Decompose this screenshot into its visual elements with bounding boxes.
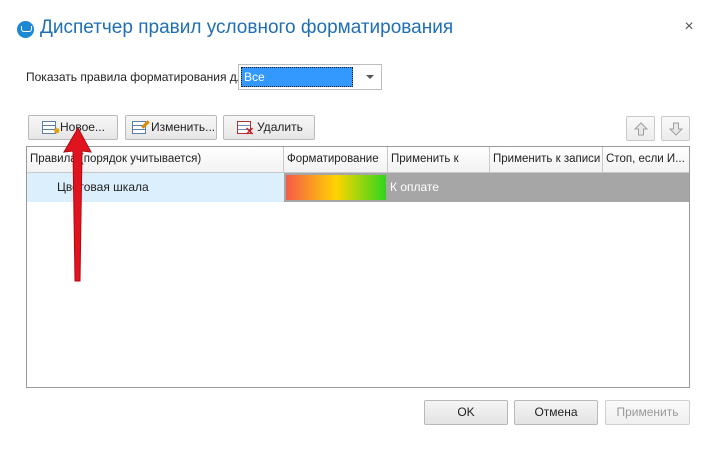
filter-dropdown-value: Все [241,67,353,87]
apply-button[interactable]: Применить [605,400,690,425]
move-down-button[interactable] [661,116,690,141]
edit-rule-label: Изменить... [151,120,216,134]
window-title: Диспетчер правил условного форматировани… [40,17,454,38]
close-button[interactable]: × [680,17,698,37]
apply-to-cell[interactable]: К оплате [388,173,689,202]
delete-rule-label: Удалить [257,120,303,134]
red-annotation-arrow [63,126,92,282]
move-up-button[interactable] [626,116,655,141]
filter-dropdown[interactable]: Все [238,64,382,90]
cancel-button[interactable]: Отмена [514,400,598,425]
arrow-up-icon [634,122,648,136]
rules-table: Правила (порядок учитывается) Форматиров… [26,146,690,388]
format-preview-cell[interactable] [284,173,388,202]
ok-button[interactable]: OK [424,400,508,425]
delete-rule-button[interactable]: ✕ Удалить [223,115,315,140]
chevron-down-icon[interactable] [366,75,374,79]
arrow-down-icon [669,122,683,136]
table-row[interactable]: Цветовая шкала К оплате [27,173,689,202]
delete-table-icon: ✕ [237,121,254,138]
edit-table-icon [132,120,150,134]
color-scale-swatch [286,175,386,200]
app-logo-icon [17,21,34,38]
column-header-apply-to[interactable]: Применить к [388,147,490,173]
filter-label: Показать правила форматирования для: [26,70,254,84]
title-bar: Диспетчер правил условного форматировани… [0,0,718,58]
column-header-apply-to-record[interactable]: Применить к записи [490,147,603,173]
column-header-stop-if[interactable]: Стоп, если И... [603,147,689,173]
new-table-icon: ✸ [42,121,61,136]
column-header-format[interactable]: Форматирование [284,147,388,173]
edit-rule-button[interactable]: Изменить... [125,115,217,140]
